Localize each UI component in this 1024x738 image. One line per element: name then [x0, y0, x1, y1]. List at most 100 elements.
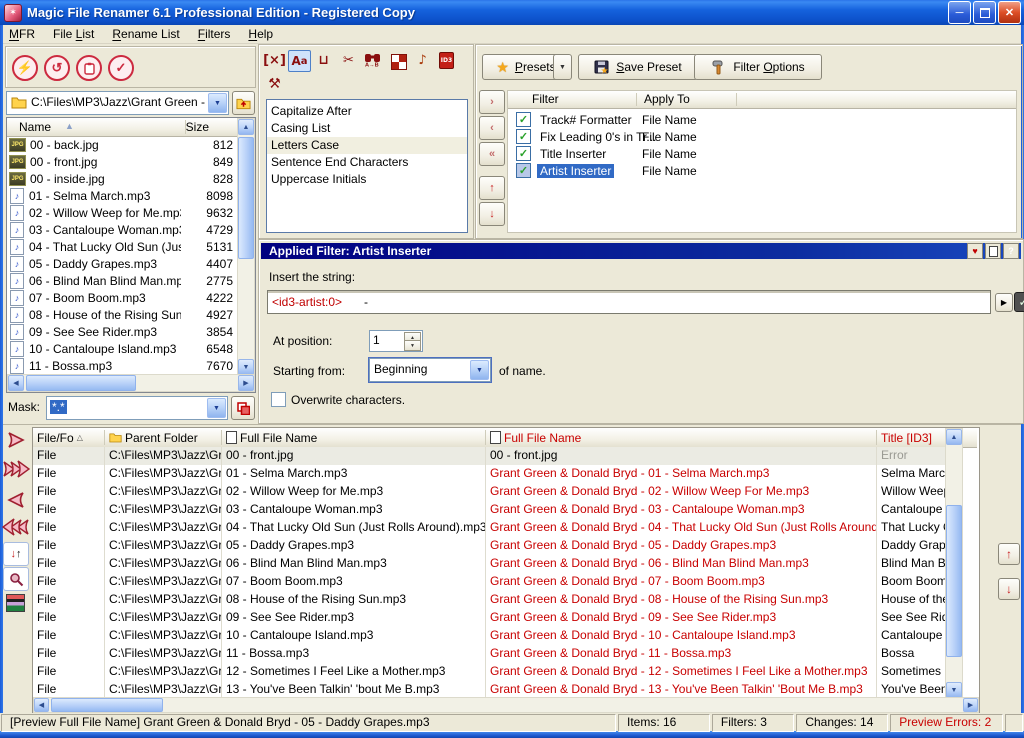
- restore-button[interactable]: [973, 1, 996, 24]
- scroll-up-arrow[interactable]: ▲: [946, 429, 962, 445]
- pattern-icon[interactable]: [388, 52, 409, 72]
- at-position-spinner[interactable]: 1 ▲ ▼: [369, 330, 423, 352]
- clipboard-icon[interactable]: [76, 55, 102, 81]
- filter-queue-row[interactable]: ✓ Track# Formatter File Name: [508, 111, 1016, 128]
- add-filter-button[interactable]: ›: [479, 90, 505, 114]
- close-button[interactable]: ✕: [998, 1, 1021, 24]
- filter-options-button[interactable]: Filter Options: [694, 54, 822, 80]
- lightning-icon[interactable]: ⚡: [12, 55, 38, 81]
- file-folder-column-header[interactable]: File/Fo △: [33, 428, 105, 447]
- size-column-header[interactable]: Size: [186, 120, 209, 134]
- starting-from-combobox[interactable]: Beginning ▼: [368, 357, 492, 383]
- preview-row[interactable]: File C:\Files\MP3\Jazz\Gr 12 - Sometimes I…: [33, 663, 961, 682]
- header-separator[interactable]: [736, 93, 737, 106]
- id3-tag-icon[interactable]: ID3: [436, 50, 457, 70]
- scroll-down-arrow[interactable]: ▼: [238, 359, 254, 375]
- trim-icon[interactable]: ⊔: [313, 50, 334, 70]
- new-full-file-name-column-header[interactable]: Full File Name: [486, 428, 879, 447]
- scroll-thumb[interactable]: [238, 137, 254, 259]
- presets-dropdown-button[interactable]: ▼: [553, 54, 572, 80]
- filter-column-header[interactable]: Filter: [524, 91, 559, 108]
- restore-all-button[interactable]: [2, 516, 30, 538]
- apply-to-column-header[interactable]: Apply To: [636, 91, 690, 108]
- preview-hscrollbar[interactable]: ◀ ▶: [33, 697, 979, 713]
- category-item[interactable]: Sentence End Characters: [267, 154, 467, 171]
- preview-row[interactable]: File C:\Files\MP3\Jazz\Gr 09 - See See Rid…: [33, 609, 961, 628]
- file-list-item[interactable]: ♪ 07 - Boom Boom.mp3 4222: [7, 289, 237, 306]
- scroll-right-arrow[interactable]: ▶: [238, 375, 254, 391]
- path-combobox[interactable]: C:\Files\MP3\Jazz\Grant Green - 196 ▼: [6, 91, 229, 115]
- filter-queue-row[interactable]: ✓ Fix Leading 0's in Tr... File Name: [508, 128, 1016, 145]
- path-dropdown-arrow[interactable]: ▼: [208, 93, 227, 113]
- parent-folder-column-header[interactable]: Parent Folder: [105, 428, 224, 447]
- brackets-icon[interactable]: [×]: [263, 50, 286, 70]
- remove-all-filters-button[interactable]: «: [479, 142, 505, 166]
- file-list-item[interactable]: JPG 00 - back.jpg 812: [7, 136, 237, 153]
- category-item[interactable]: Casing List: [267, 120, 467, 137]
- category-item[interactable]: Letters Case: [267, 137, 467, 154]
- starting-from-dropdown-arrow[interactable]: ▼: [470, 360, 489, 380]
- library-icon[interactable]: [6, 594, 25, 612]
- title-bar[interactable]: ✶ Magic File Renamer 6.1 Professional Ed…: [0, 0, 1024, 25]
- name-column-header[interactable]: Name: [19, 120, 51, 134]
- preview-vscrollbar[interactable]: ▲ ▼: [945, 428, 963, 699]
- preview-all-button[interactable]: [2, 458, 30, 480]
- filter-enabled-checkbox[interactable]: ✓: [516, 146, 531, 161]
- scroll-left-arrow[interactable]: ◀: [8, 375, 24, 391]
- filter-enabled-checkbox[interactable]: ✓: [516, 129, 531, 144]
- preview-row[interactable]: File C:\Files\MP3\Jazz\Gr 03 - Cantaloupe …: [33, 501, 961, 520]
- scroll-left-arrow[interactable]: ◀: [34, 698, 49, 712]
- preview-row[interactable]: File C:\Files\MP3\Jazz\Gr 02 - Willow Weep…: [33, 483, 961, 502]
- file-list-item[interactable]: ♪ 09 - See See Rider.mp3 3854: [7, 323, 237, 340]
- preview-row[interactable]: File C:\Files\MP3\Jazz\Gr 01 - Selma March…: [33, 465, 961, 484]
- row-up-button[interactable]: ↑: [998, 543, 1020, 565]
- scroll-thumb[interactable]: [946, 505, 962, 657]
- file-list-hscrollbar[interactable]: ◀ ▶: [7, 374, 255, 392]
- scroll-down-arrow[interactable]: ▼: [946, 682, 962, 698]
- preview-row[interactable]: File C:\Files\MP3\Jazz\Gr 08 - House of th…: [33, 591, 961, 610]
- scroll-thumb[interactable]: [26, 375, 136, 391]
- filter-queue-row[interactable]: ✓ Title Inserter File Name: [508, 145, 1016, 162]
- favorite-heart-button[interactable]: ♥: [967, 243, 983, 259]
- file-list-header[interactable]: Name ▲ Size: [7, 118, 237, 137]
- menu-mfr[interactable]: MFR: [0, 26, 44, 42]
- restore-single-button[interactable]: [4, 490, 28, 510]
- preview-row[interactable]: File C:\Files\MP3\Jazz\Gr 04 - That Lucky …: [33, 519, 961, 538]
- minimize-button[interactable]: ─: [948, 1, 971, 24]
- file-list-item[interactable]: ♪ 06 - Blind Man Blind Man.mp3 2775: [7, 272, 237, 289]
- insert-tag-menu-button[interactable]: ▶: [995, 293, 1013, 312]
- letter-case-icon[interactable]: Aa: [288, 50, 311, 72]
- mask-combobox[interactable]: *.* ▼: [46, 396, 228, 420]
- move-filter-down-button[interactable]: ↓: [479, 202, 505, 226]
- apply-check-icon[interactable]: ✓: [108, 55, 134, 81]
- file-list-item[interactable]: ♪ 11 - Bossa.mp3 7670: [7, 357, 237, 374]
- find-replace-icon[interactable]: A→B: [362, 50, 383, 70]
- spinner-down-button[interactable]: ▼: [404, 340, 421, 351]
- move-filter-up-button[interactable]: ↑: [479, 176, 505, 200]
- file-list-item[interactable]: JPG 00 - front.jpg 849: [7, 153, 237, 170]
- search-button[interactable]: [3, 567, 29, 591]
- up-folder-button[interactable]: [232, 91, 255, 115]
- row-down-button[interactable]: ↓: [998, 578, 1020, 600]
- remove-filter-button[interactable]: ‹: [479, 116, 505, 140]
- cut-icon[interactable]: ✂: [338, 50, 359, 70]
- overwrite-checkbox[interactable]: [271, 392, 286, 407]
- menu-file-list[interactable]: File List: [44, 26, 103, 42]
- file-list-vscrollbar[interactable]: ▲ ▼: [237, 118, 255, 376]
- preview-row[interactable]: File C:\Files\MP3\Jazz\Gr 06 - Blind Man B…: [33, 555, 961, 574]
- file-list-item[interactable]: ♪ 08 - House of the Rising Sun.... 4927: [7, 306, 237, 323]
- save-preset-button[interactable]: ★ Save Preset: [578, 54, 698, 80]
- new-document-button[interactable]: [985, 243, 1001, 259]
- preview-row[interactable]: File C:\Files\MP3\Jazz\Gr 11 - Bossa.mp3 Gr…: [33, 645, 961, 664]
- file-list-item[interactable]: ♪ 02 - Willow Weep for Me.mp3 9632: [7, 204, 237, 221]
- preview-single-button[interactable]: [4, 430, 28, 450]
- preview-row[interactable]: File C:\Files\MP3\Jazz\Gr 00 - front.jpg 00…: [33, 447, 961, 466]
- filter-queue-row[interactable]: ✓ Artist Inserter File Name: [508, 162, 1016, 179]
- file-list-item[interactable]: ♪ 04 - That Lucky Old Sun (Jus... 5131: [7, 238, 237, 255]
- scroll-right-arrow[interactable]: ▶: [963, 698, 978, 712]
- mask-apply-button[interactable]: [231, 396, 255, 420]
- file-list-item[interactable]: JPG 00 - inside.jpg 828: [7, 170, 237, 187]
- menu-rename-list[interactable]: Rename List: [103, 26, 188, 42]
- mask-dropdown-arrow[interactable]: ▼: [207, 398, 226, 418]
- category-item[interactable]: Capitalize After: [267, 103, 467, 120]
